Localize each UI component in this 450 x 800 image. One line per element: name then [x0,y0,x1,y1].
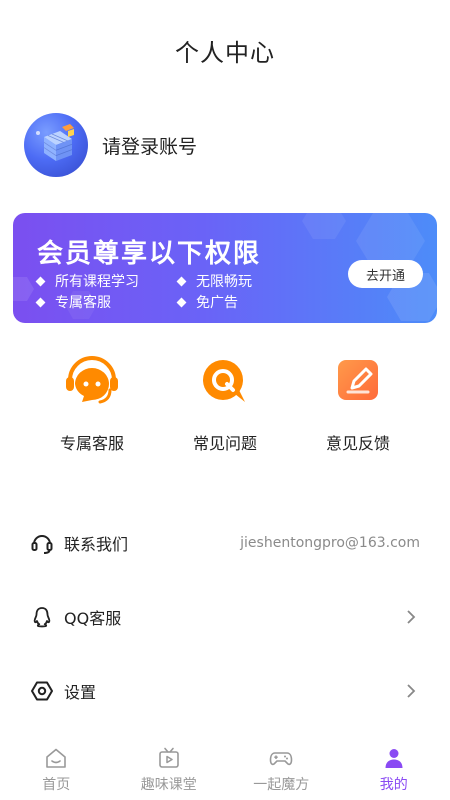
tab-label: 我的 [379,777,408,793]
contact-email[interactable]: jieshentongpro@163.com [240,535,420,551]
chevron-right-icon [407,610,416,624]
benefit-item: 免广告 [176,292,238,312]
service-faq[interactable]: 常见问题 [165,350,285,454]
edit-note-icon [328,350,388,410]
service-label: 专属客服 [59,434,124,453]
qq-service-label: QQ客服 [64,609,122,628]
headset-chat-icon [62,350,122,410]
page-title: 个人中心 [175,38,275,67]
headset-icon [31,535,53,554]
tab-label: 趣味课堂 [140,777,197,793]
vip-banner[interactable]: 会员尊享以下权限 所有课程学习 无限畅玩 专属客服 免广告 去开通 [13,213,437,323]
benefit-label: 专属客服 [55,295,111,311]
tab-label: 一起魔方 [253,777,310,793]
contact-us-row[interactable]: 联系我们 jieshentongpro@163.com [0,518,450,568]
service-label: 常见问题 [192,434,257,453]
settings-hexagon-icon [31,681,53,701]
service-label: 意见反馈 [325,434,390,453]
gamepad-icon [269,752,293,766]
benefit-label: 所有课程学习 [55,274,139,290]
diamond-bullet-icon [35,297,46,307]
chevron-right-icon [407,684,416,698]
settings-row[interactable]: 设置 [0,666,450,716]
profile-section[interactable]: 请登录账号 [24,113,197,177]
settings-label: 设置 [64,683,97,702]
benefit-item: 专属客服 [35,292,111,312]
benefit-label: 免广告 [196,295,238,311]
tab-mine[interactable]: 我的 [338,740,450,800]
qq-penguin-icon [33,607,51,628]
tab-label: 首页 [42,777,71,793]
benefit-item: 无限畅玩 [176,271,252,291]
page-header: 个人中心 [0,0,450,100]
diamond-bullet-icon [176,297,187,307]
vip-title: 会员尊享以下权限 [37,239,262,269]
qq-service-row[interactable]: QQ客服 [0,592,450,642]
benefit-label: 无限畅玩 [196,274,252,290]
home-icon [46,748,67,768]
diamond-bullet-icon [35,276,46,286]
tab-home[interactable]: 首页 [0,740,113,800]
q-bubble-icon [195,350,255,410]
login-prompt[interactable]: 请登录账号 [102,132,197,159]
avatar[interactable] [24,113,88,177]
tv-play-icon [158,747,179,768]
service-feedback[interactable]: 意见反馈 [298,350,418,454]
rubiks-cube-icon [36,124,74,161]
tab-fun-class[interactable]: 趣味课堂 [113,740,226,800]
service-customer-support[interactable]: 专属客服 [32,350,152,454]
diamond-bullet-icon [176,276,187,286]
benefit-item: 所有课程学习 [35,271,139,291]
open-vip-button[interactable]: 去开通 [348,260,423,288]
person-icon [385,749,403,768]
service-grid: 专属客服 常见问题 意见反馈 [0,350,450,460]
contact-us-label: 联系我们 [64,535,129,554]
bottom-tab-bar: 首页 趣味课堂 一起魔方 我的 [0,740,450,800]
tab-cube-together[interactable]: 一起魔方 [225,740,338,800]
